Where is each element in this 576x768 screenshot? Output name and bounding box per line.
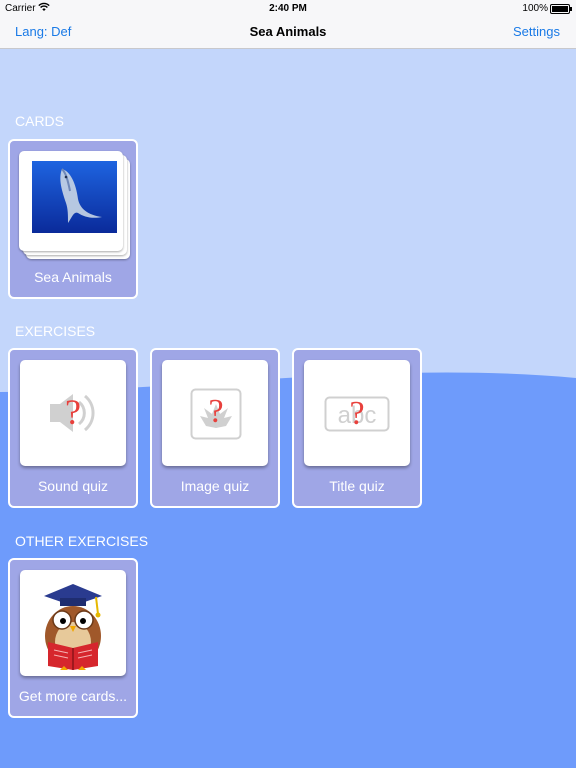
sound-quiz-icon: ? xyxy=(50,392,95,432)
section-title-other-exercises: OTHER EXERCISES xyxy=(15,533,149,549)
svg-text:?: ? xyxy=(65,392,81,432)
section-title-exercises: EXERCISES xyxy=(15,323,96,339)
title-quiz-card: abc ? xyxy=(304,360,410,466)
settings-button[interactable]: Settings xyxy=(513,24,560,39)
other-tile-get-more-cards[interactable]: Get more cards... xyxy=(8,558,138,718)
image-quiz-icon: ? xyxy=(190,388,242,440)
get-more-cards-card xyxy=(20,570,126,676)
exercise-label: Title quiz xyxy=(329,478,385,494)
section-title-cards: CARDS xyxy=(15,113,65,129)
card-tile-sea-animals[interactable]: Sea Animals xyxy=(8,139,138,299)
owl-reading-icon xyxy=(44,584,102,670)
card-label: Sea Animals xyxy=(34,269,112,285)
exercise-label: Sound quiz xyxy=(37,478,109,494)
clock: 2:40 PM xyxy=(269,3,307,14)
title-quiz-icon: abc ? xyxy=(324,396,390,432)
exercise-tile-image-quiz[interactable]: ? Image quiz xyxy=(150,348,280,508)
dolphin-image xyxy=(32,161,117,233)
svg-text:?: ? xyxy=(208,393,223,430)
svg-text:?: ? xyxy=(349,396,364,432)
status-bar: Carrier 2:40 PM 100% xyxy=(0,0,576,16)
sound-quiz-card: ? xyxy=(20,360,126,466)
battery-percent: 100% xyxy=(522,3,548,14)
card-stack-front xyxy=(19,151,123,251)
exercise-tile-sound-quiz[interactable]: ? Sound quiz xyxy=(8,348,138,508)
image-quiz-card: ? xyxy=(162,360,268,466)
exercise-tile-title-quiz[interactable]: abc ? Title quiz xyxy=(292,348,422,508)
nav-bar: Lang: Def Sea Animals Settings xyxy=(0,16,576,49)
exercise-label: Image quiz xyxy=(180,478,250,494)
other-exercise-label: Get more cards... xyxy=(18,688,128,704)
battery-icon xyxy=(550,4,572,14)
page-title: Sea Animals xyxy=(249,24,327,39)
